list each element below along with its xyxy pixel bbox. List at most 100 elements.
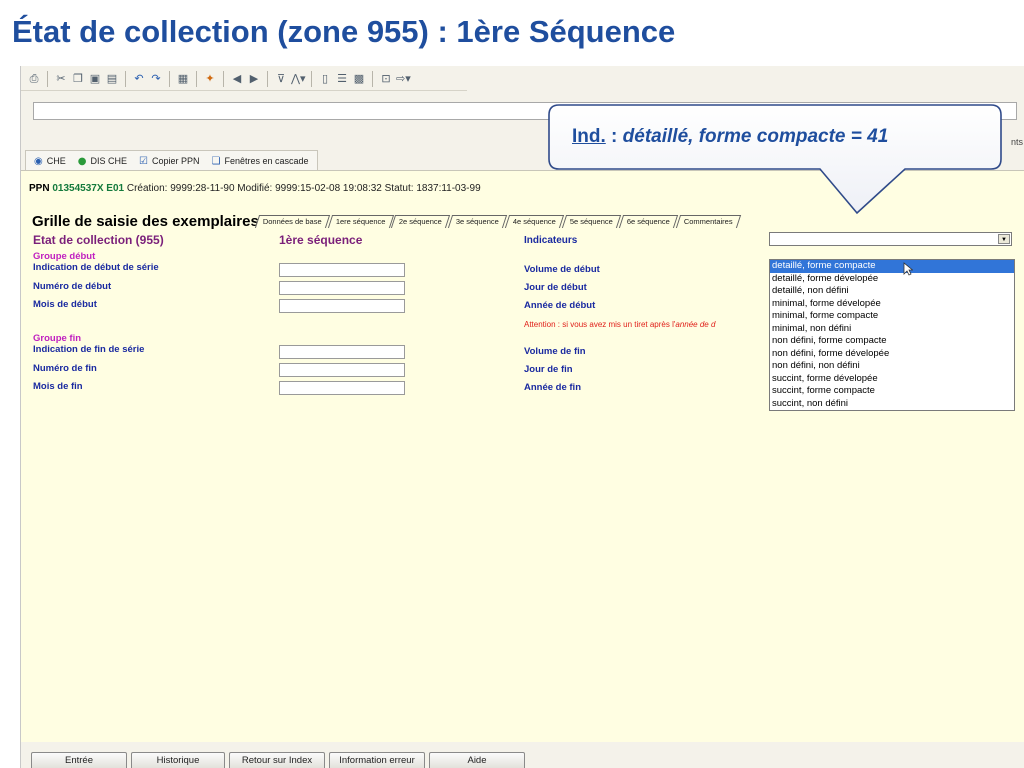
etat-header: Etat de collection (955) (33, 233, 164, 247)
numero-fin-input[interactable] (279, 363, 405, 377)
link-che-label: CHE (46, 156, 66, 166)
dropdown-option[interactable]: non défini, forme compacte (770, 335, 1014, 348)
globe-icon: ● (77, 155, 87, 167)
annee-fin-label: Année de fin (524, 382, 582, 393)
document-icon[interactable]: ▦ (176, 72, 190, 86)
dropdown-option[interactable]: non défini, non défini (770, 360, 1014, 373)
numero-debut-label: Numéro de début (33, 281, 112, 292)
arrow-dropdown-icon[interactable]: ⇨▾ (396, 72, 411, 86)
link-copier-ppn[interactable]: ☑ Copier PPN (139, 156, 200, 167)
mois-fin-input[interactable] (279, 381, 405, 395)
paste-icon[interactable]: ▣ (88, 72, 102, 86)
back-icon[interactable]: ◀ (230, 72, 244, 86)
copy-icon[interactable]: ❐ (71, 72, 85, 86)
code-icon[interactable]: ▯ (318, 72, 332, 86)
print-icon[interactable]: ⎙ (27, 72, 41, 86)
information-erreur-button[interactable]: Information erreur (329, 752, 425, 768)
toolbar-separator (125, 71, 126, 87)
export-icon[interactable]: ⊡ (379, 72, 393, 86)
dropdown-option[interactable]: minimal, forme dévelopée (770, 298, 1014, 311)
callout-sep: : (605, 126, 623, 147)
info-circle-icon: ◉ (34, 155, 43, 167)
aide-button[interactable]: Aide (429, 752, 525, 768)
clipboard-icon[interactable]: ▤ (105, 72, 119, 86)
dropdown-option[interactable]: succint, non défini (770, 398, 1014, 411)
dropdown-option[interactable]: succint, forme dévelopée (770, 373, 1014, 386)
flame-icon[interactable]: ✦ (203, 72, 217, 86)
warning-main: Attention : si vous avez mis un tiret ap… (524, 320, 676, 329)
numero-fin-label: Numéro de fin (33, 363, 97, 374)
tab-1ere-sequence[interactable]: 1ere séquence (327, 215, 394, 228)
list-icon[interactable]: ☰ (335, 72, 349, 86)
dropdown-option[interactable]: detaillé, forme dévelopée (770, 273, 1014, 286)
dropdown-option[interactable]: minimal, forme compacte (770, 310, 1014, 323)
chevron-down-icon[interactable]: ▼ (998, 234, 1010, 244)
volume-fin-label: Volume de fin (524, 346, 586, 357)
indicateurs-select-value (770, 238, 772, 248)
redo-icon[interactable]: ↷ (149, 72, 163, 86)
toolbar: ⎙ ✂ ❐ ▣ ▤ ↶ ↷ ▦ ✦ ◀ ▶ ⊽ ⋀▾ ▯ ☰ ▩ ⊡ ⇨▾ (21, 68, 467, 91)
numero-debut-input[interactable] (279, 281, 405, 295)
record-meta: Création: 9999:28-11-90 Modifié: 9999:15… (126, 183, 481, 194)
warning-text: Attention : si vous avez mis un tiret ap… (524, 320, 715, 329)
indicateurs-select[interactable]: ▼ (769, 232, 1012, 246)
tab-label: 1ere séquence (335, 217, 386, 226)
tab-label: 3e séquence (456, 217, 500, 226)
copy-check-icon: ☑ (139, 155, 148, 167)
toolbar-separator (223, 71, 224, 87)
clipped-text: nts (1010, 137, 1023, 147)
callout-value: détaillé, forme compacte = 41 (622, 126, 889, 147)
record-line: PPN 01354537X E01 Création: 9999:28-11-9… (29, 183, 481, 194)
link-dis-che-label: DIS CHE (90, 156, 127, 166)
link-fenetres-cascade[interactable]: ❏ Fenêtres en cascade (212, 156, 309, 167)
link-copier-ppn-label: Copier PPN (151, 156, 200, 166)
dropdown-option[interactable]: detaillé, non défini (770, 285, 1014, 298)
tab-2e-sequence[interactable]: 2e séquence (391, 215, 451, 228)
undo-icon[interactable]: ↶ (132, 72, 146, 86)
callout-bubble (548, 104, 1002, 215)
filter-icon[interactable]: ⊽ (274, 72, 288, 86)
warning-italic: année de d (675, 320, 716, 329)
callout-text: Ind. : détaillé, forme compacte = 41 (572, 126, 888, 148)
dropdown-option[interactable]: detaillé, forme compacte (770, 260, 1014, 273)
historique-button[interactable]: Historique (131, 752, 225, 768)
indication-fin-input[interactable] (279, 345, 405, 359)
toolbar-separator (47, 71, 48, 87)
grid-icon[interactable]: ▩ (352, 72, 366, 86)
ppn-label: PPN (29, 183, 50, 194)
mois-debut-input[interactable] (279, 299, 405, 313)
chart-dropdown-icon[interactable]: ⋀▾ (291, 72, 306, 86)
cascade-windows-icon: ❏ (211, 155, 221, 167)
mois-fin-label: Mois de fin (33, 381, 83, 392)
link-che[interactable]: ◉ CHE (34, 156, 66, 167)
indication-debut-label: Indication de début de série (33, 262, 159, 273)
cut-icon[interactable]: ✂ (54, 72, 68, 86)
form-content: PPN 01354537X E01 Création: 9999:28-11-9… (21, 170, 1024, 743)
tab-donnees-de-base[interactable]: Données de base (254, 215, 330, 228)
slide-title: État de collection (zone 955) : 1ère Séq… (12, 14, 676, 49)
jour-debut-label: Jour de début (524, 282, 587, 293)
link-dis-che[interactable]: ● DIS CHE (78, 156, 127, 167)
volume-debut-label: Volume de début (524, 264, 600, 275)
dropdown-option[interactable]: non défini, forme dévelopée (770, 348, 1014, 361)
mouse-cursor-icon (903, 262, 913, 276)
mois-debut-label: Mois de début (33, 299, 97, 310)
ppn-value: 01354537X E01 (52, 183, 125, 194)
grille-title: Grille de saisie des exemplaires (32, 213, 259, 230)
entree-button[interactable]: Entrée (31, 752, 127, 768)
dropdown-option[interactable]: succint, forme compacte (770, 385, 1014, 398)
bottom-button-bar: Entrée Historique Retour sur Index Infor… (21, 742, 1024, 768)
link-fenetres-cascade-label: Fenêtres en cascade (224, 156, 309, 166)
jour-fin-label: Jour de fin (524, 364, 573, 375)
forward-icon[interactable]: ▶ (247, 72, 261, 86)
tab-3e-sequence[interactable]: 3e séquence (448, 215, 508, 228)
indication-debut-input[interactable] (279, 263, 405, 277)
toolbar-separator (196, 71, 197, 87)
sequence-header: 1ère séquence (279, 233, 363, 247)
dropdown-option[interactable]: minimal, non défini (770, 323, 1014, 336)
tab-label: Données de base (262, 217, 322, 226)
indication-fin-label: Indication de fin de série (33, 344, 145, 355)
indicateurs-header: Indicateurs (524, 235, 578, 246)
toolbar-separator (311, 71, 312, 87)
retour-sur-index-button[interactable]: Retour sur Index (229, 752, 325, 768)
